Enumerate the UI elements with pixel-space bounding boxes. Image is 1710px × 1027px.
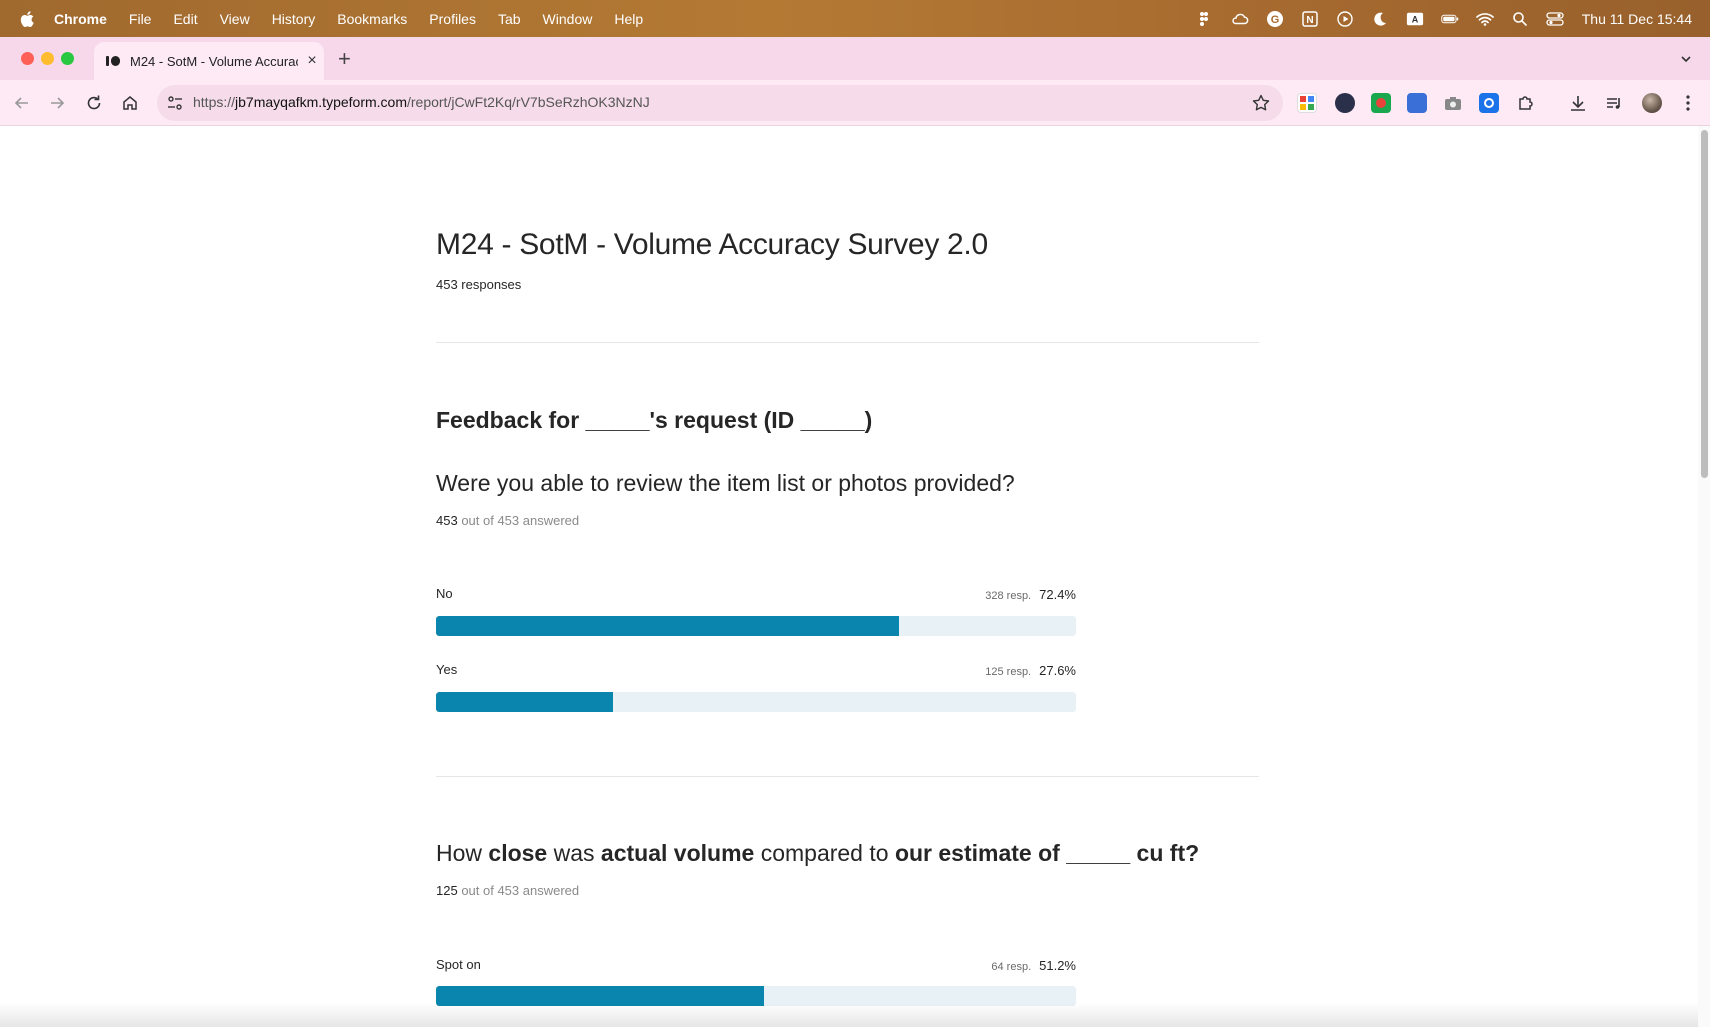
- menu-help[interactable]: Help: [614, 11, 643, 27]
- menubar-status-area: G N A Thu 11 Dec 15:44: [1179, 0, 1692, 37]
- page-scrollbar[interactable]: [1698, 126, 1710, 1027]
- question-1-answered: 453 out of 453 answered: [436, 513, 580, 528]
- window-zoom-button[interactable]: [61, 52, 74, 65]
- extension-translate-icon[interactable]: [1407, 93, 1427, 113]
- question-2-answered: 125 out of 453 answered: [436, 883, 580, 898]
- page-viewport: M24 - SotM - Volume Accuracy Survey 2.0 …: [0, 126, 1698, 1027]
- profile-avatar[interactable]: [1642, 93, 1662, 113]
- spotlight-search-icon[interactable]: [1511, 10, 1529, 28]
- option-bar: [436, 616, 1076, 636]
- window-close-button[interactable]: [21, 52, 34, 65]
- section-divider: [436, 342, 1259, 343]
- grammarly-icon[interactable]: G: [1266, 10, 1284, 28]
- option-bar-fill: [436, 692, 613, 712]
- battery-icon[interactable]: [1440, 10, 1459, 28]
- site-settings-icon[interactable]: [165, 93, 185, 113]
- media-controls-icon[interactable]: [1604, 93, 1624, 113]
- section-title: Feedback for _____'s request (ID _____): [436, 407, 873, 433]
- browser-tab-active[interactable]: M24 - SotM - Volume Accuracy Survey 2.0 …: [94, 42, 324, 80]
- home-icon: [123, 96, 137, 110]
- extension-bolt-icon[interactable]: [1335, 93, 1355, 113]
- option-stats: 64 resp. 51.2%: [991, 958, 1076, 973]
- arrow-left-icon: [14, 97, 28, 109]
- wifi-icon[interactable]: [1475, 10, 1494, 28]
- play-icon[interactable]: [1336, 10, 1354, 28]
- option-bar: [436, 692, 1076, 712]
- bottom-shadow: [0, 1003, 1698, 1027]
- svg-text:A: A: [1411, 14, 1418, 24]
- arrow-right-icon: [51, 97, 65, 109]
- option-stats: 125 resp. 27.6%: [985, 663, 1076, 678]
- section-divider: [436, 776, 1259, 777]
- option-stats: 328 resp. 72.4%: [985, 587, 1076, 602]
- browser-tab-strip: M24 - SotM - Volume Accuracy Survey 2.0 …: [0, 37, 1710, 80]
- tab-title: M24 - SotM - Volume Accuracy Survey 2.0: [130, 53, 298, 69]
- option-bar-fill: [436, 616, 900, 636]
- tab-close-icon[interactable]: ×: [304, 52, 320, 70]
- home-button[interactable]: [118, 91, 142, 115]
- notion-icon[interactable]: N: [1301, 10, 1319, 28]
- figma-icon[interactable]: [1196, 10, 1214, 28]
- menu-profiles[interactable]: Profiles: [429, 11, 476, 27]
- control-center-icon[interactable]: [1546, 10, 1564, 28]
- macos-menubar: Chrome File Edit View History Bookmarks …: [0, 0, 1710, 37]
- menu-view[interactable]: View: [220, 11, 250, 27]
- menu-bookmarks[interactable]: Bookmarks: [337, 11, 407, 27]
- menu-file[interactable]: File: [129, 11, 152, 27]
- extension-gear-icon[interactable]: [1479, 93, 1499, 113]
- reload-button[interactable]: [82, 91, 106, 115]
- menu-app-chrome[interactable]: Chrome: [54, 11, 107, 27]
- forward-button[interactable]: [45, 91, 69, 115]
- menubar-clock[interactable]: Thu 11 Dec 15:44: [1582, 11, 1692, 27]
- back-button[interactable]: [10, 91, 34, 115]
- menu-tab[interactable]: Tab: [498, 11, 521, 27]
- reload-icon: [87, 95, 101, 110]
- apple-icon[interactable]: [18, 9, 38, 29]
- extensions-puzzle-icon[interactable]: [1516, 93, 1536, 113]
- scrollbar-thumb[interactable]: [1701, 130, 1708, 478]
- tab-search-chevron-icon[interactable]: [1676, 49, 1696, 69]
- moon-icon[interactable]: [1371, 10, 1389, 28]
- question-1-title: Were you able to review the item list or…: [436, 470, 1015, 496]
- svg-text:G: G: [1270, 14, 1279, 26]
- browser-toolbar: https://jb7mayqafkm.typeform.com/report/…: [0, 80, 1710, 126]
- menu-history[interactable]: History: [272, 11, 316, 27]
- menu-window[interactable]: Window: [543, 11, 593, 27]
- report-title: M24 - SotM - Volume Accuracy Survey 2.0: [436, 228, 988, 261]
- question-2-title: How close was actual volume compared to …: [436, 840, 1200, 866]
- url-text: https://jb7mayqafkm.typeform.com/report/…: [193, 94, 650, 110]
- cloud-sync-icon[interactable]: [1231, 10, 1249, 28]
- input-source-icon[interactable]: A: [1406, 10, 1424, 28]
- extension-shield-icon[interactable]: [1371, 93, 1391, 113]
- window-minimize-button[interactable]: [41, 52, 54, 65]
- menu-edit[interactable]: Edit: [173, 11, 197, 27]
- downloads-icon[interactable]: [1568, 93, 1588, 113]
- bookmark-star-icon[interactable]: [1251, 93, 1271, 113]
- extension-google-icon[interactable]: [1297, 93, 1317, 113]
- chrome-menu-icon[interactable]: [1678, 93, 1698, 113]
- svg-text:N: N: [1306, 15, 1313, 26]
- typeform-favicon-icon: [106, 56, 120, 66]
- extension-camera-icon[interactable]: [1443, 93, 1463, 113]
- new-tab-button[interactable]: +: [338, 46, 351, 72]
- response-count: 453 responses: [436, 277, 522, 292]
- address-bar[interactable]: https://jb7mayqafkm.typeform.com/report/…: [157, 85, 1283, 121]
